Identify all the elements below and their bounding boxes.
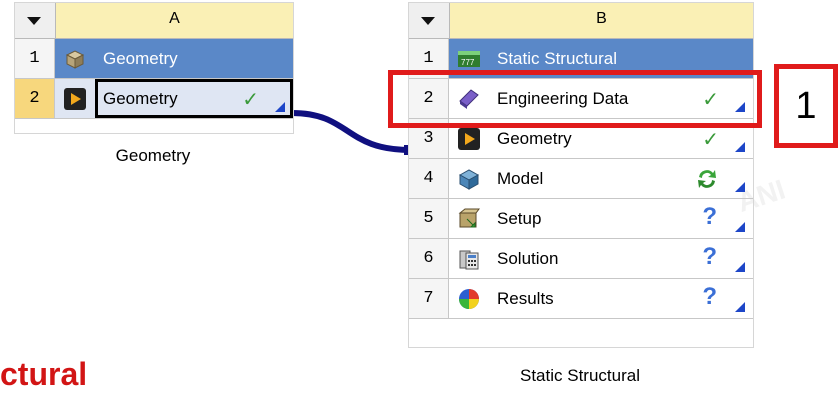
- row-label: Geometry: [103, 89, 178, 108]
- dropdown-arrow-icon[interactable]: [421, 17, 435, 25]
- setup-icon: [458, 208, 480, 228]
- dropdown-arrow-icon[interactable]: [27, 17, 41, 25]
- row-label: Geometry: [103, 49, 178, 68]
- row-number: 2: [15, 79, 55, 118]
- row-number: 7: [409, 279, 449, 318]
- corner-arrow-icon[interactable]: [735, 142, 745, 152]
- design-modeler-icon: [458, 128, 480, 150]
- results-contour-icon: [459, 289, 479, 309]
- row-number: 6: [409, 239, 449, 278]
- solution-calculator-icon: [459, 250, 479, 270]
- status-check-icon: ✓: [702, 129, 719, 151]
- highlight-box: [388, 70, 762, 128]
- refresh-icon: [698, 170, 716, 188]
- row-label: Results: [497, 289, 554, 308]
- row-label: Setup: [497, 209, 542, 228]
- status-question-icon: ?: [702, 243, 717, 270]
- system-a-caption[interactable]: Geometry: [14, 146, 292, 166]
- design-modeler-icon: [64, 88, 86, 110]
- system-a-row-title[interactable]: 1 Geometry: [15, 39, 293, 79]
- system-a[interactable]: A 1 Geometry 2 Geometry ✓: [14, 2, 294, 134]
- corner-arrow-icon[interactable]: [275, 102, 285, 112]
- geometry-box-icon: [65, 50, 85, 69]
- row-label: Solution: [497, 249, 559, 268]
- row-number: 1: [15, 39, 55, 78]
- corner-arrow-icon[interactable]: [735, 182, 745, 192]
- row-number: 5: [409, 199, 449, 238]
- status-question-icon: ?: [702, 283, 717, 310]
- system-a-row-geometry[interactable]: 2 Geometry ✓: [15, 79, 293, 119]
- corner-arrow-icon[interactable]: [735, 302, 745, 312]
- corner-arrow-icon[interactable]: [735, 222, 745, 232]
- system-b-row-results[interactable]: 7 Results ?: [409, 279, 753, 319]
- system-b-caption[interactable]: Static Structural: [408, 366, 752, 386]
- column-letter: A: [55, 3, 293, 38]
- model-mesh-icon: [458, 169, 480, 190]
- system-b-row-setup[interactable]: 5 Setup ?: [409, 199, 753, 239]
- status-check-icon: ✓: [242, 89, 259, 111]
- corner-arrow-icon[interactable]: [735, 262, 745, 272]
- system-b-row-model[interactable]: 4 Model: [409, 159, 753, 199]
- row-label: Model: [497, 169, 544, 188]
- svg-text:777: 777: [461, 58, 475, 67]
- partial-heading: ctural: [0, 356, 88, 392]
- row-number: 4: [409, 159, 449, 198]
- system-b-row-solution[interactable]: 6 Solution ?: [409, 239, 753, 279]
- project-schematic: ANI A 1 Geometry 2 Geometry ✓ Geometry B…: [0, 0, 838, 392]
- system-b[interactable]: B 1 777 Static Structural 2 Engineering: [408, 2, 754, 348]
- status-question-icon: ?: [702, 203, 717, 230]
- static-structural-icon: 777: [458, 51, 480, 67]
- callout-number: 1: [774, 64, 838, 148]
- column-letter: B: [449, 3, 753, 38]
- system-a-header: A: [15, 3, 293, 39]
- system-b-header: B: [409, 3, 753, 39]
